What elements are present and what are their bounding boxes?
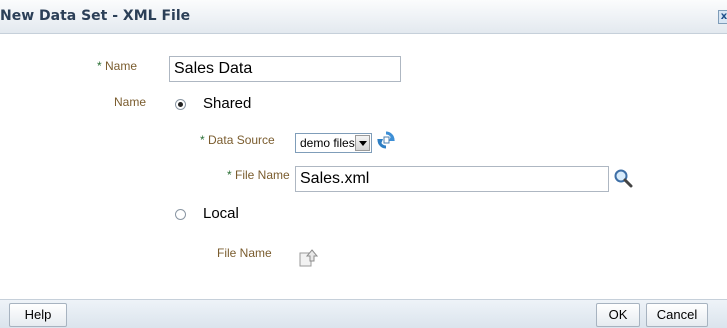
radio-selected-dot <box>178 102 183 107</box>
local-label: Local <box>203 205 239 222</box>
shared-label: Shared <box>203 95 252 112</box>
required-marker: * <box>227 168 232 182</box>
local-radio[interactable] <box>175 209 186 220</box>
data-source-select[interactable]: demo files <box>295 133 372 153</box>
dialog-titlebar: New Data Set - XML File x <box>0 0 727 34</box>
ok-button[interactable]: OK <box>596 303 640 327</box>
required-marker: * <box>97 59 102 73</box>
required-marker: * <box>200 133 205 147</box>
upload-icon[interactable] <box>298 248 318 268</box>
local-file-name-label: File Name <box>217 246 272 260</box>
file-name-label: * File Name <box>227 168 290 182</box>
file-name-input[interactable] <box>295 166 609 192</box>
close-button[interactable]: x <box>718 10 727 24</box>
location-label: Name <box>114 95 147 109</box>
close-icon: x <box>720 11 727 22</box>
name-label: * Name <box>97 59 138 73</box>
help-button[interactable]: Help <box>9 303 67 327</box>
dialog-footer: Help OK Cancel <box>0 299 727 328</box>
dialog-title: New Data Set - XML File <box>0 8 191 24</box>
data-source-label: * Data Source <box>200 133 275 147</box>
refresh-icon[interactable] <box>376 130 396 150</box>
chevron-down-icon[interactable] <box>355 135 370 151</box>
shared-radio[interactable] <box>175 99 186 110</box>
name-input[interactable] <box>169 56 401 82</box>
data-source-selected-value: demo files <box>300 136 355 150</box>
cancel-button[interactable]: Cancel <box>646 303 708 327</box>
search-icon[interactable] <box>613 168 633 188</box>
